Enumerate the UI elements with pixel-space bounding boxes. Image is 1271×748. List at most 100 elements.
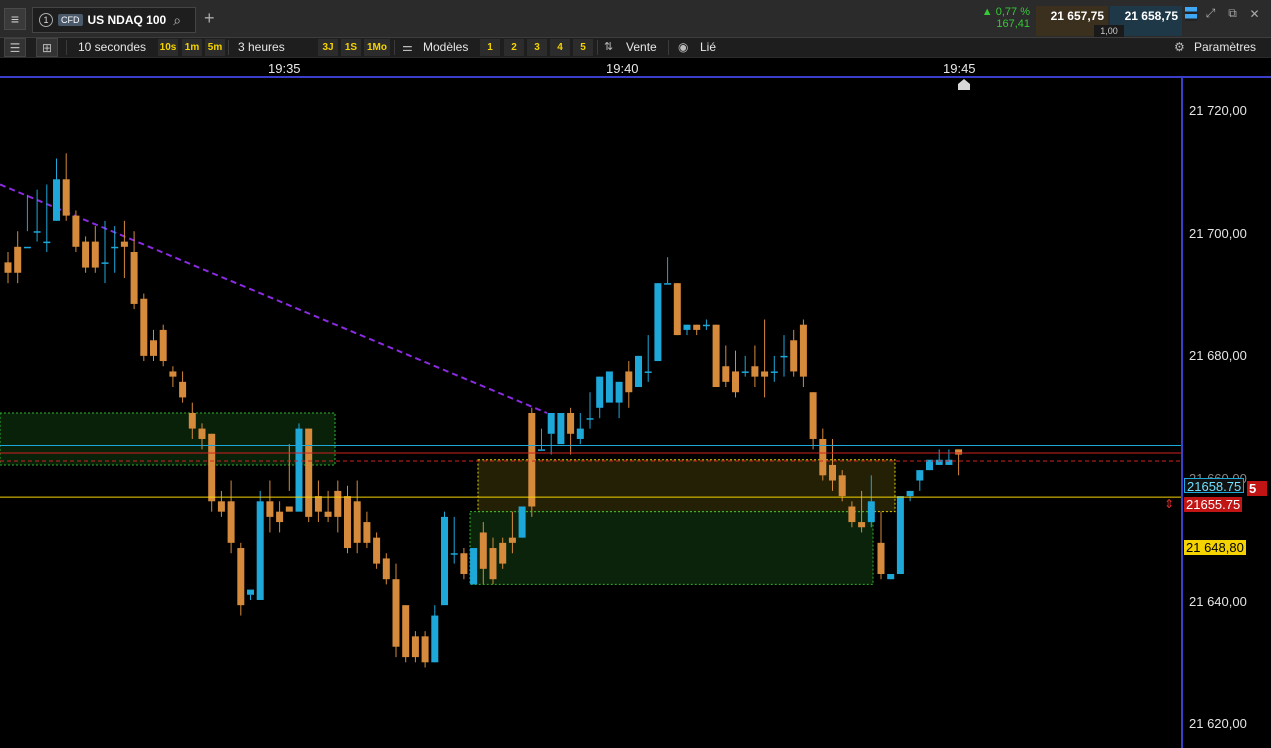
candle-body [518,506,526,538]
candle-body [62,179,70,216]
range-3j-button[interactable]: 3J [318,39,338,56]
gear-icon[interactable]: ⚙ [1174,38,1185,57]
candle-body [179,381,187,398]
candle-body [858,522,866,528]
candle-body [693,324,701,330]
candle [411,631,419,663]
templates-icon[interactable]: ⚌ [402,38,413,57]
layout-2-button[interactable]: 2 [504,39,524,56]
candle [693,324,701,336]
layout-1-button[interactable]: 1 [480,39,500,56]
interval-10s-button[interactable]: 10s [158,39,178,56]
candle-body [848,506,856,523]
candle [906,490,914,502]
interval-1m-button[interactable]: 1m [182,39,202,56]
candle-body [431,615,439,663]
linked-dropdown[interactable]: Lié [700,38,716,57]
candle-body [392,579,400,647]
layout-5-button[interactable]: 5 [573,39,593,56]
candle-body [741,371,749,373]
range-dropdown[interactable]: 3 heures [238,38,285,57]
candle-body [111,246,119,249]
order-side-icon[interactable]: ⇅ [604,38,613,57]
tab-us-ndaq-100[interactable]: 1 CFD US NDAQ 100 ⌕ [32,7,196,33]
hamburger-menu-icon[interactable]: ≡ [4,8,26,30]
candle [334,480,342,533]
candle-body [567,413,575,434]
candle-body [809,392,817,439]
link-flag-icon[interactable] [1185,6,1197,21]
candle-body [615,381,623,403]
expand-icon[interactable]: ⤢ [1202,6,1219,21]
candle [732,350,739,398]
candle [237,542,245,616]
candle-body [363,522,371,543]
candle [460,548,468,580]
home-marker-icon[interactable] [958,79,970,90]
candle-body [528,413,536,507]
candle [635,355,642,388]
candle [72,210,80,252]
candle-body [625,371,633,393]
range-1s-button[interactable]: 1S [341,39,361,56]
candle-body [712,324,720,388]
candle [363,511,371,549]
close-icon[interactable]: ✕ [1246,7,1263,21]
price-tick: 21 640,00 [1189,594,1247,609]
candle [683,324,691,336]
candle-body [877,542,885,575]
grid-layout-icon[interactable]: ⊞ [36,38,58,57]
templates-button[interactable]: Modèles [423,38,468,57]
layout-4-button[interactable]: 4 [550,39,570,56]
popout-icon[interactable]: ⧉ [1224,6,1241,21]
candle [373,532,381,569]
price-tick: 21 680,00 [1189,348,1247,363]
candle-body [91,241,99,268]
range-1mo-button[interactable]: 1Mo [364,39,390,56]
candle [392,563,400,658]
candle-body [82,241,90,268]
candle-body [955,449,963,455]
candle [421,631,429,668]
candle-body [780,355,788,358]
candle [887,574,895,580]
search-icon[interactable]: ⌕ [173,12,181,29]
eye-icon[interactable]: ◉ [678,38,688,57]
candle [276,501,284,533]
candle [770,355,778,382]
drag-handle-icon[interactable]: ⇕ [1164,497,1174,511]
candle-body [295,428,303,512]
candle-body [421,636,429,663]
candle [586,392,594,429]
interval-dropdown[interactable]: 10 secondes [78,38,146,57]
add-tab-button[interactable]: + [204,9,215,27]
candle [431,605,439,663]
candle-body [596,376,604,408]
time-label: 19:35 [268,61,301,76]
ask-price-tag: 21658.75 [1184,478,1245,494]
price-change: ▲ 0,77 % 167,41 [972,6,1034,36]
side-dropdown[interactable]: Vente [626,38,657,57]
interval-5m-button[interactable]: 5m [205,39,225,56]
list-icon[interactable]: ☰ [4,38,26,57]
candle-body [256,501,264,600]
candle [916,470,924,491]
candle-body [538,449,545,451]
candle-body [33,231,41,233]
candle-body [188,413,196,429]
candle [101,220,109,284]
tab-number-badge: 1 [39,13,53,27]
candle [120,220,128,278]
candlestick-chart[interactable] [0,78,1271,748]
candle [314,480,322,523]
layout-3-button[interactable]: 3 [527,39,547,56]
candle-body [43,241,51,244]
candle [673,283,681,336]
candle [43,184,51,252]
candle [518,506,526,538]
candle [227,480,235,554]
settings-button[interactable]: Paramètres [1194,38,1256,57]
candle [877,511,885,580]
candle-body [324,511,332,517]
candle [324,490,332,523]
